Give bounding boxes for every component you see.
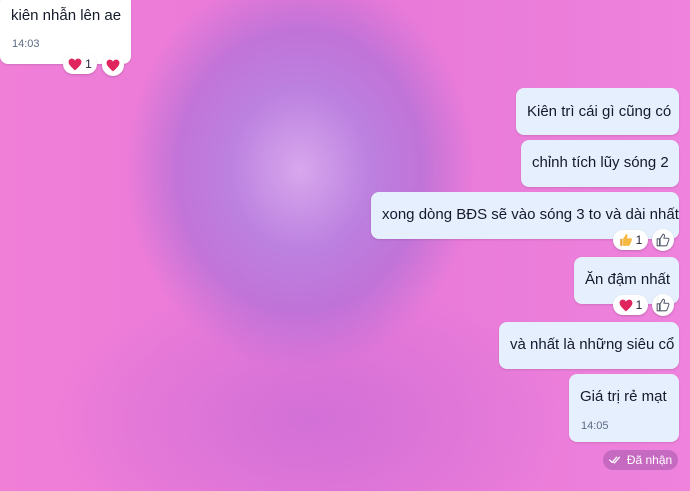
delivery-status-label: Đã nhận	[626, 453, 673, 467]
like-button[interactable]	[652, 294, 674, 316]
like-button[interactable]	[652, 229, 674, 251]
thumbs-up-outline-icon	[656, 233, 670, 247]
message-text: Giá trị rẻ mạt	[580, 388, 667, 405]
add-reaction-button[interactable]	[102, 54, 124, 76]
heart-reaction-badge[interactable]: 1	[63, 54, 97, 74]
thumbs-up-icon	[619, 233, 633, 247]
outgoing-message[interactable]: Kiên trì cái gì cũng có	[516, 88, 679, 135]
reaction-count: 1	[85, 57, 92, 71]
delivery-status-badge: Đã nhận	[603, 450, 678, 470]
outgoing-message[interactable]: và nhất là những siêu cổ	[499, 322, 679, 369]
thumbs-up-outline-icon	[656, 298, 670, 312]
outgoing-message[interactable]: chỉnh tích lũy sóng 2	[521, 140, 679, 187]
message-time: 14:03	[12, 38, 40, 50]
double-check-icon	[608, 455, 623, 465]
outgoing-message[interactable]: Giá trị rẻ mạt 14:05	[569, 374, 679, 442]
reaction-count: 1	[635, 233, 643, 247]
message-text: xong dòng BĐS sẽ vào sóng 3 to và dài nh…	[382, 206, 679, 223]
reaction-count: 1	[635, 298, 643, 312]
thumbs-up-reaction-badge[interactable]: 1	[613, 230, 648, 250]
heart-icon	[619, 299, 633, 312]
message-text: Ăn đậm nhất	[585, 271, 671, 288]
message-text: kiên nhẫn lên ae	[11, 7, 122, 24]
heart-icon	[106, 59, 120, 72]
message-text: Kiên trì cái gì cũng có	[527, 103, 672, 120]
message-text: chỉnh tích lũy sóng 2	[532, 154, 669, 171]
message-time: 14:05	[581, 420, 609, 432]
message-text: và nhất là những siêu cổ	[510, 336, 675, 353]
heart-reaction-badge[interactable]: 1	[613, 295, 648, 315]
heart-icon	[68, 58, 82, 71]
